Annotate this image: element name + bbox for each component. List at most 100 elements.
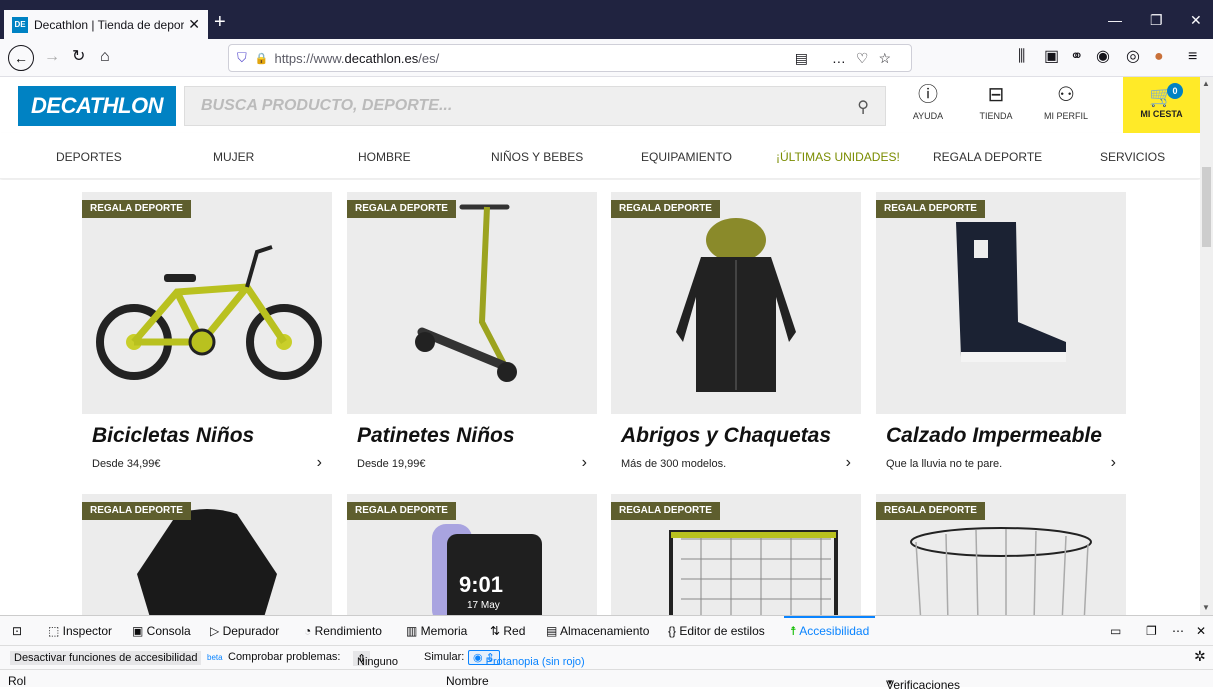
product-image (611, 192, 861, 414)
browser-toolbar: ← → ↻ ⌂ ⛉ 🔒 https://www.decathlon.es/es/… (0, 39, 1213, 77)
menu-icon[interactable]: ≡ (1188, 47, 1197, 67)
decathlon-logo[interactable]: DECATHLON (18, 86, 176, 126)
cart-button[interactable]: 🛒 0 MI CESTA (1123, 77, 1200, 133)
tab-performance[interactable]: ◔ Rendimiento (304, 624, 382, 638)
extension-icon[interactable]: ⚭ (1070, 47, 1083, 67)
tab-close-icon[interactable]: ✕ (188, 16, 200, 33)
product-title: Bicicletas Niños (92, 424, 255, 447)
minimize-icon[interactable]: — (1108, 12, 1122, 28)
profile-link[interactable]: ⚇ MI PERFIL (1036, 83, 1096, 121)
nav-item-regala-deporte[interactable]: REGALA DEPORTE (933, 150, 1042, 164)
product-card-row2-3[interactable]: REGALA DEPORTE (611, 494, 861, 615)
devtools-menu-icon[interactable]: ⋯ (1172, 624, 1184, 638)
nav-item-ninos[interactable]: NIÑOS Y BEBES (491, 150, 583, 164)
cart-icon: 🛒 (1149, 86, 1174, 108)
library-icon[interactable]: ⫼ (1018, 47, 1025, 67)
product-card-row2-1[interactable]: REGALA DEPORTE (82, 494, 332, 615)
product-subtitle: Que la lluvia no te pare. (886, 458, 1003, 470)
product-card-row2-2[interactable]: 9:01 17 May REGALA DEPORTE (347, 494, 597, 615)
product-card-patinetes[interactable]: REGALA DEPORTE Patinetes Niños Desde 19,… (347, 192, 597, 482)
network-icon: ⇅ (490, 624, 504, 638)
nav-item-deportes[interactable]: DEPORTES (56, 150, 122, 164)
promo-tag: REGALA DEPORTE (611, 502, 720, 520)
extension-badge-icon[interactable]: ◎ (1126, 47, 1140, 67)
scrollbar-thumb[interactable] (1202, 167, 1211, 247)
product-title: Abrigos y Chaquetas (621, 424, 832, 447)
help-link[interactable]: ⓘ AYUDA (898, 83, 958, 121)
devtools-panel: ⊡ ⬚ Inspector ▣ Consola ▷ Depurador ◔ Re… (0, 615, 1213, 692)
promo-tag: REGALA DEPORTE (82, 200, 191, 218)
style-editor-icon: {} (668, 624, 680, 638)
devtools-close-icon[interactable]: ✕ (1196, 624, 1206, 638)
reload-icon[interactable]: ↻ (72, 47, 85, 67)
nav-item-servicios[interactable]: SERVICIOS (1100, 150, 1165, 164)
nav-item-hombre[interactable]: HOMBRE (358, 150, 411, 164)
simulate-select[interactable]: ◉ Protanopia (sin rojo) ⇕ (468, 650, 585, 668)
restore-icon[interactable]: ❐ (1150, 12, 1163, 29)
extension-globe-icon[interactable]: ◉ (1096, 47, 1110, 67)
tab-style-editor[interactable]: {} Editor de estilos (668, 624, 765, 638)
site-header: DECATHLON BUSCA PRODUCTO, DEPORTE... ⚲ ⓘ… (0, 77, 1200, 133)
accessibility-toolbar: Desactivar funciones de accesibilidad be… (0, 646, 1213, 670)
scroll-up-icon[interactable]: ▲ (1202, 79, 1210, 88)
cart-count-badge: 0 (1167, 83, 1183, 99)
product-subtitle: Desde 19,99€ (357, 458, 426, 470)
simulate-label: Simular: (424, 651, 465, 663)
product-grid: REGALA DEPORTE Bicicletas Niños Desde 34… (0, 180, 1200, 615)
tab-storage[interactable]: ▤ Almacenamiento (546, 624, 649, 638)
element-picker-icon[interactable]: ⊡ (12, 624, 22, 638)
product-card-row2-4[interactable]: REGALA DEPORTE (876, 494, 1126, 615)
tracking-shield-icon[interactable]: ⛉ (237, 50, 247, 66)
column-name[interactable]: Nombre (446, 674, 489, 688)
home-icon[interactable]: ⌂ (100, 47, 110, 67)
new-tab-icon[interactable]: + (214, 12, 226, 32)
browser-tab[interactable]: DE Decathlon | Tienda de deportes ✕ (4, 10, 208, 39)
tab-inspector[interactable]: ⬚ Inspector (48, 624, 112, 638)
watch-time: 9:01 (459, 572, 504, 597)
nav-item-ultimas-unidades[interactable]: ¡ÚLTIMAS UNIDADES! (776, 150, 900, 164)
nav-item-mujer[interactable]: MUJER (213, 150, 254, 164)
pocket-icon[interactable]: ♡ (856, 50, 879, 66)
product-card-calzado[interactable]: REGALA DEPORTE Calzado Impermeable Que l… (876, 192, 1126, 482)
tab-debugger[interactable]: ▷ Depurador (210, 624, 279, 638)
debugger-icon: ▷ (210, 624, 223, 638)
promo-tag: REGALA DEPORTE (82, 502, 191, 520)
promo-tag: REGALA DEPORTE (347, 200, 456, 218)
search-input[interactable]: BUSCA PRODUCTO, DEPORTE... ⚲ (184, 86, 886, 126)
settings-gear-icon[interactable]: ✲ (1194, 648, 1206, 665)
lock-icon[interactable]: 🔒 (255, 52, 269, 65)
reader-view-icon[interactable]: ▤ (795, 50, 818, 66)
tab-network[interactable]: ⇅ Red (490, 624, 525, 638)
chevron-right-icon: › (1110, 454, 1116, 471)
tab-console[interactable]: ▣ Consola (132, 624, 191, 638)
undock-icon[interactable]: ❐ (1146, 624, 1157, 638)
console-icon: ▣ (132, 624, 147, 638)
tab-memory[interactable]: ▥ Memoria (406, 624, 467, 638)
sidebar-icon[interactable]: ▣ (1044, 47, 1059, 67)
window-close-icon[interactable]: ✕ (1190, 12, 1202, 29)
url-bar[interactable]: ⛉ 🔒 https://www.decathlon.es/es/ ▤ …♡☆ (228, 44, 912, 72)
tab-accessibility[interactable]: ☨ Accesibilidad (783, 616, 876, 638)
forward-icon[interactable]: → (44, 47, 60, 67)
scroll-down-icon[interactable]: ▼ (1202, 603, 1210, 612)
column-role[interactable]: Rol (8, 674, 26, 688)
store-link[interactable]: ⊟ TIENDA (966, 83, 1026, 121)
dock-icon[interactable]: ▭ (1110, 624, 1121, 638)
check-issues-select[interactable]: Ninguno ⇕ (353, 651, 398, 668)
extension-cookie-icon[interactable]: ● (1154, 47, 1164, 67)
more-actions-icon[interactable]: … (832, 50, 856, 66)
cart-label: MI CESTA (1140, 109, 1183, 119)
chevron-right-icon: › (581, 454, 587, 471)
search-icon[interactable]: ⚲ (857, 97, 869, 117)
bookmark-star-icon[interactable]: ☆ (878, 50, 901, 66)
product-card-bicicletas[interactable]: REGALA DEPORTE Bicicletas Niños Desde 34… (82, 192, 332, 482)
url-actions: ▤ …♡☆ (795, 50, 901, 67)
nav-item-equipamiento[interactable]: EQUIPAMIENTO (641, 150, 732, 164)
product-image (876, 192, 1126, 414)
product-card-abrigos[interactable]: REGALA DEPORTE Abrigos y Chaquetas Más d… (611, 192, 861, 482)
page-scrollbar[interactable]: ▲ ▼ (1200, 77, 1213, 615)
disable-accessibility-button[interactable]: Desactivar funciones de accesibilidad (10, 651, 202, 665)
store-icon: ⊟ (987, 84, 1005, 106)
inspector-icon: ⬚ (48, 624, 63, 638)
back-icon[interactable]: ← (8, 45, 34, 71)
